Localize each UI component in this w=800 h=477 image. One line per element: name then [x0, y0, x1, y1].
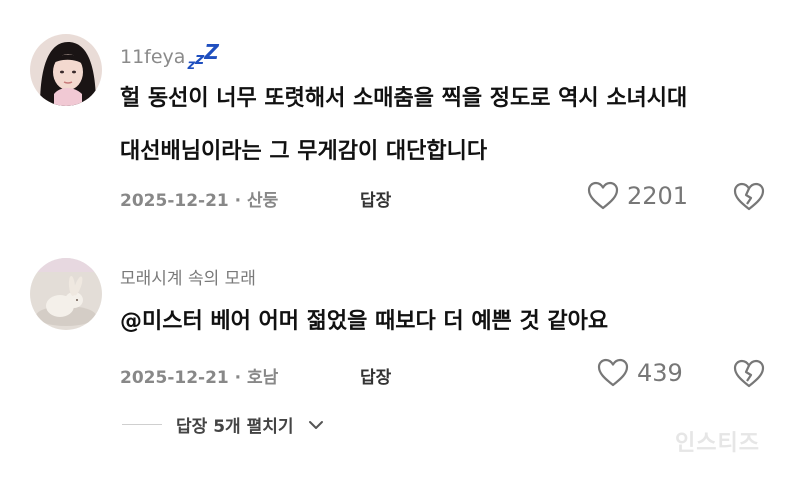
heart-outline-icon — [587, 181, 619, 210]
avatar[interactable] — [30, 258, 102, 330]
sleep-badge-icon: zzZ — [187, 40, 219, 73]
comment-meta: 2025-12-21 · 산둥 — [120, 191, 279, 211]
username[interactable]: 11feya zzZ — [120, 40, 219, 73]
broken-heart-icon — [733, 359, 765, 388]
watermark: 인스티즈 — [675, 431, 760, 456]
comment-meta: 2025-12-21 · 호남 — [120, 368, 279, 388]
reply-button[interactable]: 답장 — [360, 186, 391, 211]
dislike-button[interactable] — [733, 182, 765, 216]
dislike-button[interactable] — [733, 359, 765, 393]
expand-replies-button[interactable]: 답장 5개 펼치기 — [122, 412, 324, 437]
comment-date: 2025-12-21 — [120, 191, 229, 211]
comment-line-1: @미스터 베어 어머 젊었을 때보다 더 예쁜 것 같아요 — [120, 309, 609, 334]
comment-line-1: 헐 동선이 너무 또렷해서 소매춤을 찍을 정도로 역시 소녀시대 — [120, 86, 688, 111]
chevron-down-icon — [308, 420, 323, 429]
avatar[interactable] — [30, 34, 102, 106]
comment-text: 헐 동선이 너무 또렷해서 소매춤을 찍을 정도로 역시 소녀시대 대선배님이라… — [120, 72, 687, 178]
like-count: 439 — [637, 359, 683, 387]
expand-replies-label: 답장 5개 펼치기 — [176, 417, 294, 437]
comment-text: @미스터 베어 어머 젊었을 때보다 더 예쁜 것 같아요 — [120, 295, 608, 348]
like-count: 2201 — [627, 182, 689, 210]
divider-line — [122, 424, 162, 425]
comment-location: 산둥 — [247, 191, 279, 211]
username[interactable]: 모래시계 속의 모래 — [120, 264, 256, 289]
comment-date: 2025-12-21 — [120, 368, 229, 388]
comment-location: 호남 — [247, 368, 279, 388]
username-text: 11feya — [120, 46, 186, 68]
comment-line-2: 대선배님이라는 그 무게감이 대단합니다 — [120, 139, 488, 164]
like-button[interactable]: 439 — [597, 358, 683, 388]
broken-heart-icon — [733, 182, 765, 211]
heart-outline-icon — [597, 358, 629, 387]
reply-button[interactable]: 답장 — [360, 363, 391, 388]
like-button[interactable]: 2201 — [587, 181, 688, 211]
